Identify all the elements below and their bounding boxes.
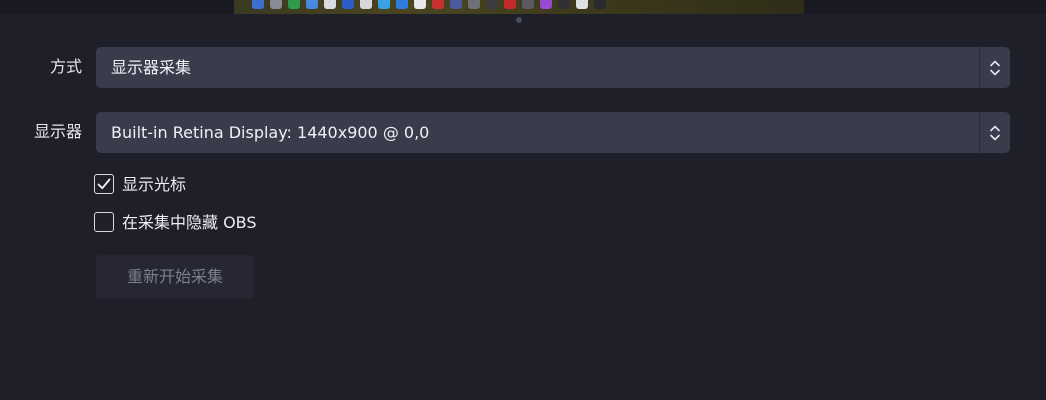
hide-obs-checkbox[interactable]: [94, 212, 114, 232]
chevron-up-down-icon: [990, 60, 1000, 76]
display-label: 显示器: [33, 122, 82, 141]
display-row: 显示器 Built-in Retina Display: 1440x900 @ …: [0, 112, 1046, 154]
hide-obs-label[interactable]: 在采集中隐藏 OBS: [122, 212, 257, 234]
restart-capture-button[interactable]: 重新开始采集: [96, 255, 254, 299]
method-select-arrow[interactable]: [979, 47, 1010, 88]
display-select-arrow[interactable]: [979, 112, 1010, 153]
capture-preview: [234, 0, 804, 14]
preview-dock-icons: [252, 0, 606, 10]
show-cursor-label[interactable]: 显示光标: [122, 174, 186, 196]
display-select[interactable]: Built-in Retina Display: 1440x900 @ 0,0: [96, 112, 1010, 153]
method-label: 方式: [49, 57, 82, 76]
method-select[interactable]: 显示器采集: [96, 47, 1010, 88]
method-select-value: 显示器采集: [111, 58, 192, 77]
display-select-value: Built-in Retina Display: 1440x900 @ 0,0: [111, 123, 430, 142]
checkmark-icon: [97, 178, 111, 190]
show-cursor-checkbox[interactable]: [94, 174, 114, 194]
chevron-up-down-icon: [990, 125, 1000, 141]
method-row: 方式 显示器采集: [0, 47, 1046, 89]
page-indicator-dot: [516, 17, 522, 23]
